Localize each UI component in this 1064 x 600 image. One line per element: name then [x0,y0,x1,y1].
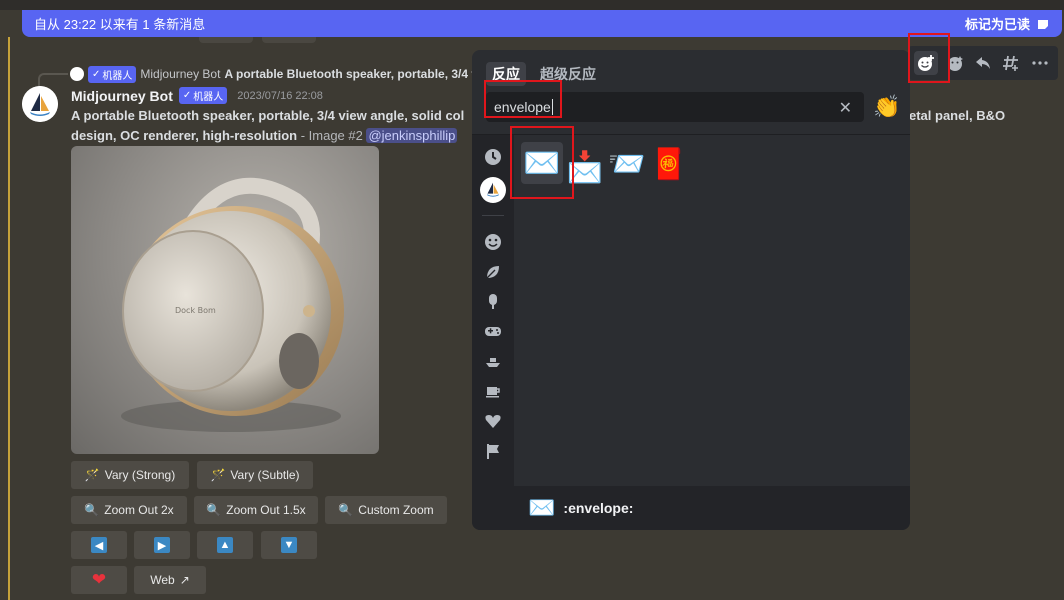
vary-strong-label: Vary (Strong) [104,468,176,482]
arrow-down-icon: ▼ [281,537,297,553]
magnifier-icon: 🔍 [206,503,222,517]
reply-bot-badge-label: 机器人 [102,70,133,82]
emoji-incoming-envelope[interactable]: 📨 [606,143,648,185]
pan-right-button[interactable]: ▶ [134,531,190,559]
zoom-out-2x-button[interactable]: 🔍 Zoom Out 2x [71,496,187,524]
speaker-brand: Dock Bom [175,306,216,315]
emoji-preview-bar: ✉️ :envelope: [514,486,910,530]
vary-strong-button[interactable]: 🪄 Vary (Strong) [71,461,189,489]
reply-author[interactable]: Midjourney Bot [140,67,220,81]
zoom-out-1-5x-label: Zoom Out 1.5x [226,503,306,517]
search-highlight-box [484,80,562,118]
rail-separator [482,215,504,216]
arrow-right-icon: ▶ [154,537,170,553]
custom-zoom-label: Custom Zoom [358,503,434,517]
more-options-icon[interactable] [1028,51,1052,75]
heart-category-icon[interactable] [483,411,503,431]
vary-subtle-label: Vary (Subtle) [230,468,300,482]
new-messages-banner[interactable]: 自从 23:22 以来有 1 条新消息 标记为已读 [22,10,1062,37]
prompt-text-line1-tail: etal panel, B&O [909,108,1006,123]
user-mention[interactable]: @jenkinsphillip [366,128,458,143]
arrow-up-icon: ▲ [217,537,233,553]
random-emoji-button[interactable]: 👏 [873,94,900,120]
bot-badge-label: 机器人 [193,92,224,103]
web-button[interactable]: Web ↗ [134,566,206,594]
prompt-text-line2: design, OC renderer, high-resolution [71,128,298,143]
reply-bot-badge: ✓ 机器人 [88,65,137,83]
external-link-icon: ↗ [179,573,190,587]
sparkle-wand-icon: 🪄 [210,468,226,482]
arrow-left-icon: ◀ [91,537,107,553]
toolbar-highlight-box [908,33,950,83]
reply-preview[interactable]: ✓ 机器人 Midjourney Bot A portable Bluetoot… [70,65,481,83]
pan-left-button[interactable]: ◀ [71,531,127,559]
reply-icon[interactable] [971,51,995,75]
category-rail [472,135,514,530]
web-label: Web [150,573,175,587]
pan-down-button[interactable]: ▼ [261,531,317,559]
bot-badge: ✓ 机器人 [178,87,228,104]
pan-up-button[interactable]: ▲ [197,531,253,559]
prev-button-v2 [262,37,316,43]
zoom-out-2x-label: Zoom Out 2x [104,503,174,517]
prev-button-v1 [199,37,253,43]
gamepad-icon[interactable] [483,321,503,341]
server-emoji-icon[interactable] [480,177,506,203]
magnifier-icon: 🔍 [84,503,100,517]
emoji-picker[interactable]: 反应 超级反应 envelope ✕ 👏 ✉️ 📩 📨 🧧 ✉️:envelo… [472,50,910,530]
preview-emoji-name: :envelope: [563,500,634,516]
result-highlight-box [510,126,574,199]
smiley-icon[interactable] [483,232,503,252]
sailboat-logo-icon [22,86,58,122]
create-thread-icon[interactable] [999,51,1023,75]
vary-subtle-button[interactable]: 🪄 Vary (Subtle) [197,461,313,489]
boat-icon[interactable] [483,351,503,371]
favorite-button[interactable]: ❤ [71,566,127,594]
flag-icon[interactable] [483,441,503,461]
new-messages-text: 自从 23:22 以来有 1 条新消息 [34,17,206,32]
new-messages-indicator-line [8,37,10,600]
zoom-out-1-5x-button[interactable]: 🔍 Zoom Out 1.5x [194,496,318,524]
reply-snippet[interactable]: A portable Bluetooth speaker, portable, … [224,67,481,81]
speaker-render: Dock Bom [121,177,344,432]
clock-icon[interactable] [483,147,503,167]
emoji-red-envelope[interactable]: 🧧 [648,143,690,185]
magnifier-icon: 🔍 [338,503,354,517]
preview-emoji: ✉️ [528,495,556,520]
message-header: Midjourney Bot ✓ 机器人 2023/07/16 22:08 [71,87,323,104]
mark-as-read-button[interactable]: 标记为已读 [965,14,1030,33]
heart-icon: ❤ [91,570,107,589]
message-author[interactable]: Midjourney Bot [71,88,173,104]
reply-connector [38,73,68,87]
sparkle-wand-icon: 🪄 [84,468,100,482]
avatar[interactable] [22,86,58,122]
message-timestamp: 2023/07/16 22:08 [237,89,323,102]
prompt-text-line1: A portable Bluetooth speaker, portable, … [71,108,465,123]
generated-image[interactable]: Dock Bom [71,146,379,454]
coffee-icon[interactable] [483,381,503,401]
custom-zoom-button[interactable]: 🔍 Custom Zoom [325,496,447,524]
image-number: - Image #2 [297,128,367,143]
leaf-icon[interactable] [483,262,503,282]
top-strip [0,0,1064,10]
reply-avatar [70,67,84,81]
mark-read-icon [1038,19,1048,29]
popsicle-icon[interactable] [483,291,503,311]
clear-search-icon[interactable]: ✕ [839,98,852,118]
